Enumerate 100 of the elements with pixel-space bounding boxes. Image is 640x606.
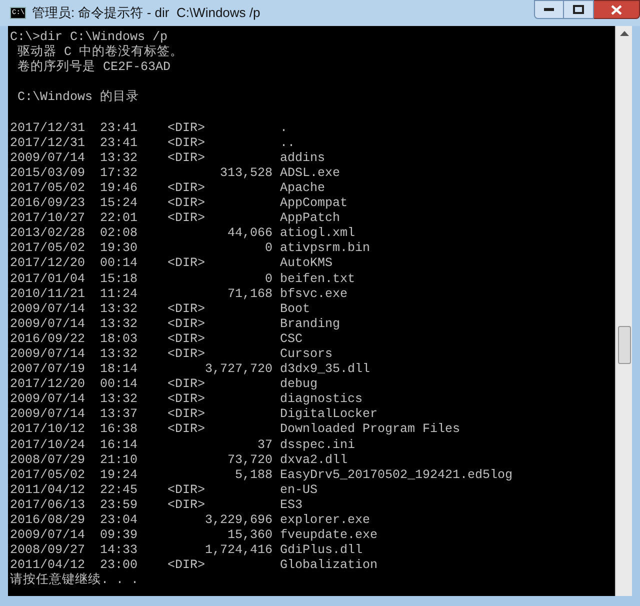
close-icon <box>611 4 622 14</box>
dir-tag: <DIR> <box>168 392 206 408</box>
file-time: 15:24 <box>100 196 139 212</box>
file-date: 2017/10/12 <box>10 422 86 438</box>
file-date: 2017/10/24 <box>10 438 86 453</box>
maximize-icon <box>573 5 584 14</box>
file-name: bfsvc.exe <box>280 286 348 302</box>
close-button[interactable] <box>594 0 640 19</box>
file-date: 2017/12/20 <box>10 377 86 392</box>
file-size: 3,229,696 <box>205 513 273 528</box>
file-name: Apache <box>280 180 326 196</box>
file-date: 2008/09/27 <box>10 543 86 558</box>
file-time: 13:37 <box>100 407 139 422</box>
file-size: 3,727,720 <box>205 362 273 378</box>
file-time: 19:46 <box>100 180 139 196</box>
file-name: CSC <box>280 332 303 347</box>
dir-tag: <DIR> <box>168 316 206 332</box>
file-time: 17:32 <box>100 166 139 181</box>
file-date: 2017/10/27 <box>10 211 86 226</box>
file-date: 2017/06/13 <box>10 498 86 513</box>
file-date: 2011/04/12 <box>10 558 86 572</box>
file-name: DigitalLocker <box>280 407 378 422</box>
scrollbar[interactable] <box>615 26 632 596</box>
file-time: 13:32 <box>100 316 139 332</box>
file-name: addins <box>280 150 326 166</box>
dir-tag: <DIR> <box>168 407 206 422</box>
file-name: Cursors <box>280 346 333 362</box>
file-date: 2016/09/23 <box>10 196 86 212</box>
file-time: 13:32 <box>100 392 139 408</box>
window-title: 管理员: 命令提示符 - dir C:\Windows /p <box>32 4 260 22</box>
dir-tag: <DIR> <box>168 346 206 362</box>
file-name: Boot <box>280 302 310 317</box>
file-date: 2017/12/31 <box>10 136 86 151</box>
file-time: 00:14 <box>100 256 139 272</box>
file-time: 23:41 <box>100 120 139 136</box>
file-date: 2015/03/09 <box>10 166 86 181</box>
file-time: 11:24 <box>100 286 139 302</box>
file-date: 2016/09/22 <box>10 332 86 347</box>
file-name: debug <box>280 377 318 392</box>
dir-tag: <DIR> <box>168 422 206 438</box>
file-size: 1,724,416 <box>205 543 273 558</box>
file-time: 23:04 <box>100 513 139 528</box>
file-time: 02:08 <box>100 226 139 242</box>
file-size: 37 <box>258 438 273 453</box>
file-date: 2009/07/14 <box>10 528 86 544</box>
file-size: 15,360 <box>228 528 273 544</box>
file-date: 2011/04/12 <box>10 482 86 498</box>
file-time: 19:30 <box>100 241 139 256</box>
file-name: en-US <box>280 482 318 498</box>
file-name: d3dx9_35.dll <box>280 362 370 378</box>
file-time: 18:14 <box>100 362 139 378</box>
dir-tag: <DIR> <box>168 302 206 317</box>
file-size: 44,066 <box>228 226 273 242</box>
file-time: 22:01 <box>100 211 139 226</box>
minimize-icon <box>544 8 554 12</box>
file-date: 2016/08/29 <box>10 513 86 528</box>
file-time: 23:41 <box>100 136 139 151</box>
scroll-up-icon <box>620 31 628 36</box>
file-size: 0 <box>265 272 273 287</box>
file-name: Globalization <box>280 558 378 574</box>
volume-info: 卷的序列号是 CE2F-63AD <box>18 60 171 74</box>
directory-header: C:\Windows 的目录 <box>18 90 140 104</box>
file-time: 16:14 <box>100 438 139 453</box>
file-name: Downloaded Program Files <box>280 422 460 438</box>
scrollbar-thumb[interactable] <box>618 326 630 364</box>
file-name: atiogl.xml <box>280 226 356 242</box>
dir-tag: <DIR> <box>168 377 206 392</box>
dir-tag: <DIR> <box>168 150 206 166</box>
dir-tag: <DIR> <box>168 332 206 347</box>
file-name: ativpsrm.bin <box>280 241 370 256</box>
dir-tag: <DIR> <box>168 196 206 212</box>
file-date: 2009/07/14 <box>10 316 86 332</box>
dir-tag: <DIR> <box>168 136 206 151</box>
file-name: EasyDrv5_20170502_192421.ed5log <box>280 468 513 483</box>
file-date: 2017/01/04 <box>10 272 86 287</box>
file-date: 2008/07/29 <box>10 452 86 468</box>
file-name: Branding <box>280 316 340 332</box>
file-date: 2009/07/14 <box>10 407 86 422</box>
file-name: diagnostics <box>280 392 363 408</box>
file-size: 5,188 <box>235 468 273 483</box>
file-name: . <box>280 120 288 136</box>
file-date: 2009/07/14 <box>10 150 86 166</box>
file-name: beifen.txt <box>280 272 356 287</box>
file-date: 2017/12/31 <box>10 120 86 136</box>
file-date: 2010/11/21 <box>10 286 86 302</box>
file-time: 18:03 <box>100 332 139 347</box>
dir-tag: <DIR> <box>168 120 206 136</box>
pause-prompt: 请按任意键继续. . . <box>10 573 139 588</box>
maximize-button[interactable] <box>564 0 594 19</box>
file-name: AutoKMS <box>280 256 333 272</box>
file-time: 23:59 <box>100 498 139 513</box>
file-time: 15:18 <box>100 272 139 287</box>
file-name: AppCompat <box>280 196 348 212</box>
dir-tag: <DIR> <box>168 482 206 498</box>
minimize-button[interactable] <box>534 0 564 19</box>
command-line: C:\>dir C:\Windows /p <box>10 30 168 44</box>
file-time: 16:38 <box>100 422 139 438</box>
file-time: 13:32 <box>100 150 139 166</box>
file-date: 2017/05/02 <box>10 241 86 256</box>
file-time: 22:45 <box>100 482 139 498</box>
